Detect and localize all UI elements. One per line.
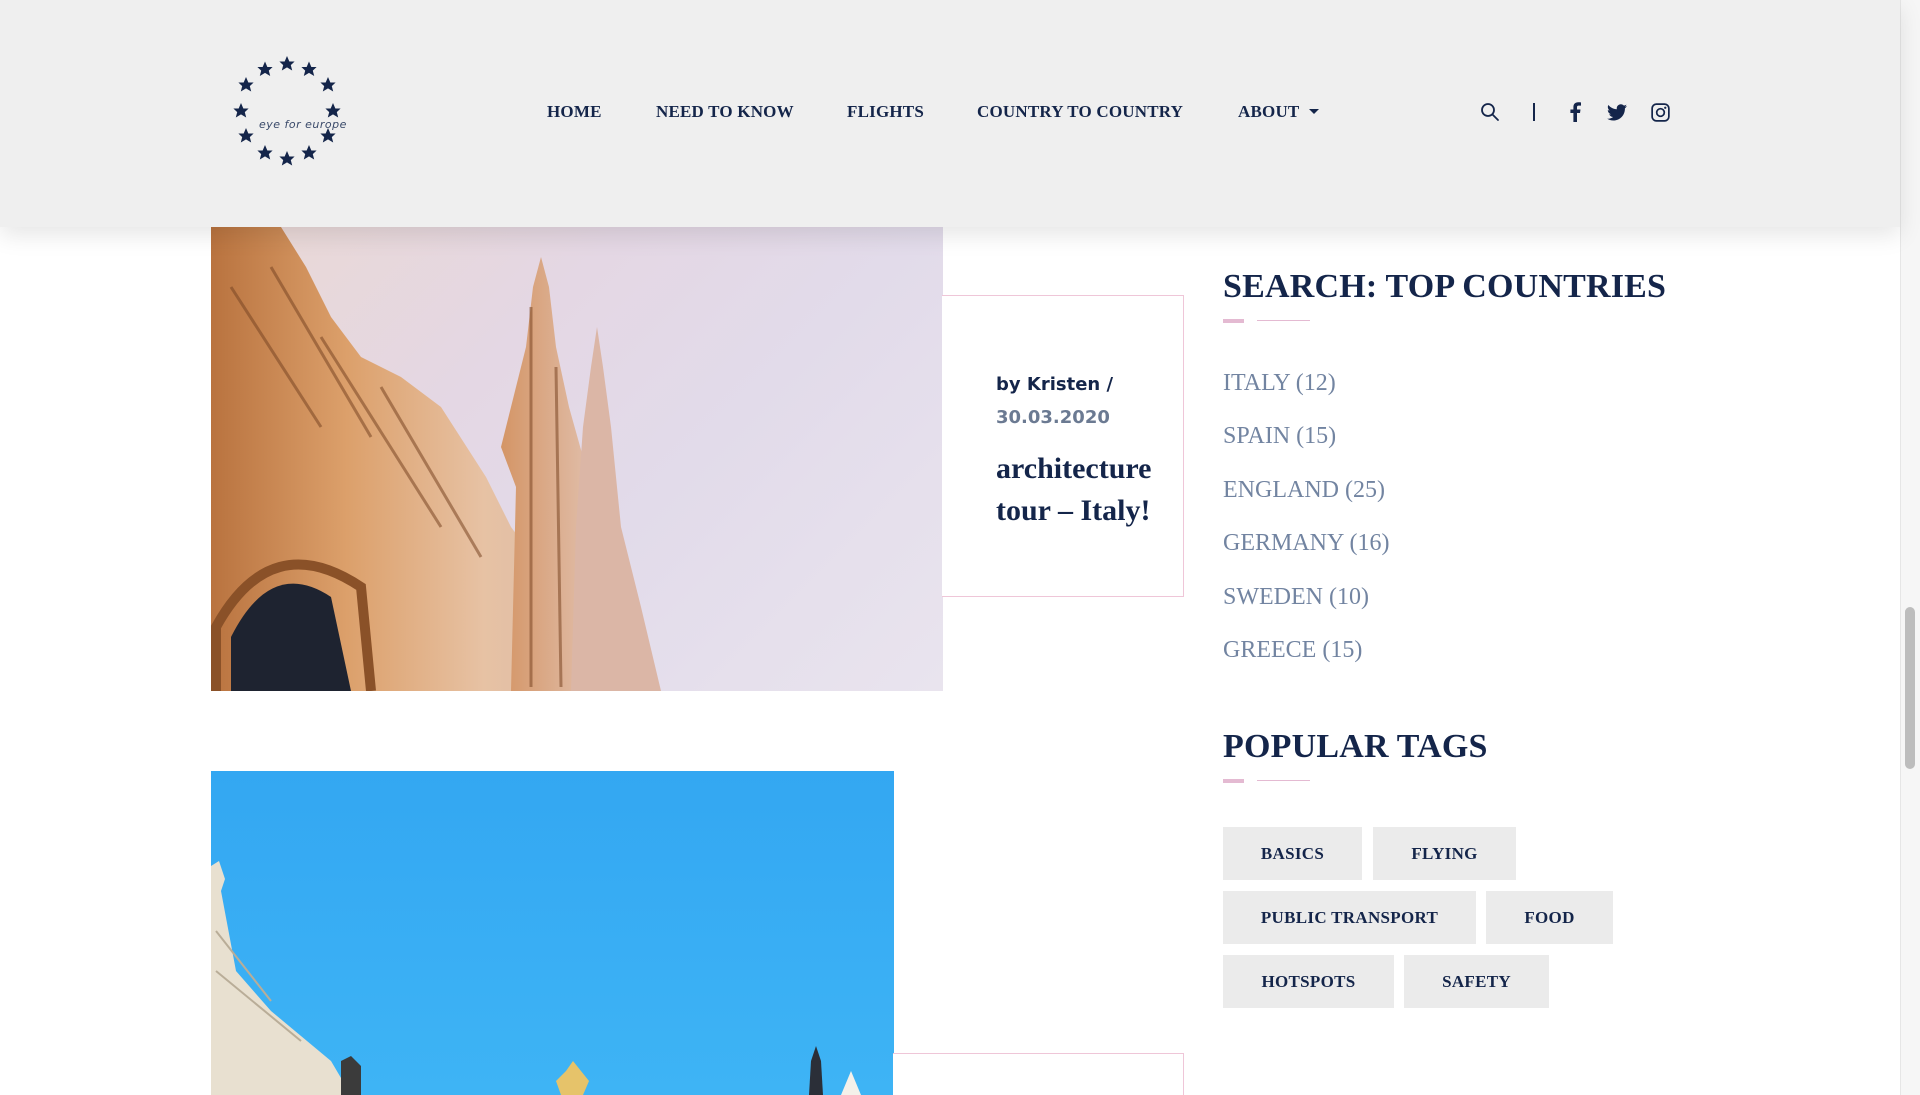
country-link-germany[interactable]: GERMANY (16) bbox=[1223, 530, 1389, 557]
country-link-greece[interactable]: GREECE (15) bbox=[1223, 637, 1362, 664]
post-card: by Kristen / 30.03.2020 architecture tou… bbox=[942, 295, 1184, 597]
nav-country-to-country[interactable]: COUNTRY TO COUNTRY bbox=[977, 102, 1183, 122]
eu-stars-logo-icon bbox=[233, 56, 341, 166]
tag-food[interactable]: FOOD bbox=[1486, 891, 1613, 944]
nav-about-label: ABOUT bbox=[1238, 102, 1300, 121]
post-image-building[interactable] bbox=[211, 771, 894, 1095]
tags-heading: POPULAR TAGS bbox=[1223, 728, 1488, 765]
scrollbar-track[interactable] bbox=[1900, 0, 1920, 1095]
country-link-spain[interactable]: SPAIN (15) bbox=[1223, 423, 1336, 450]
scrollbar-thumb[interactable] bbox=[1905, 607, 1915, 769]
country-link-sweden[interactable]: SWEDEN (10) bbox=[1223, 584, 1369, 611]
facebook-icon[interactable] bbox=[1563, 100, 1587, 124]
twitter-icon[interactable] bbox=[1605, 100, 1629, 124]
tag-public-transport[interactable]: PUBLIC TRANSPORT bbox=[1223, 891, 1476, 944]
header-divider bbox=[1533, 103, 1535, 121]
nav-home[interactable]: HOME bbox=[547, 102, 602, 122]
post-meta: by Kristen / 30.03.2020 bbox=[996, 368, 1166, 434]
site-logo[interactable]: eye for europe bbox=[231, 55, 349, 170]
instagram-icon[interactable] bbox=[1648, 100, 1672, 124]
chevron-down-icon bbox=[1309, 108, 1320, 114]
nav-flights[interactable]: FLIGHTS bbox=[847, 102, 924, 122]
nav-about[interactable]: ABOUT bbox=[1238, 102, 1320, 122]
tag-safety[interactable]: SAFETY bbox=[1404, 955, 1549, 1008]
post-card-2 bbox=[893, 1053, 1184, 1095]
post-image-cathedral[interactable] bbox=[211, 227, 943, 691]
tag-basics[interactable]: BASICS bbox=[1223, 827, 1362, 880]
post-author[interactable]: by Kristen / bbox=[996, 374, 1113, 395]
tag-hotspots[interactable]: HOTSPOTS bbox=[1223, 955, 1394, 1008]
logo-text: eye for europe bbox=[259, 118, 347, 131]
search-icon[interactable] bbox=[1478, 100, 1502, 124]
country-link-england[interactable]: ENGLAND (25) bbox=[1223, 477, 1385, 504]
tag-flying[interactable]: FLYING bbox=[1373, 827, 1516, 880]
country-link-italy[interactable]: ITALY (12) bbox=[1223, 370, 1336, 397]
post-title[interactable]: architecture tour – Italy! bbox=[996, 448, 1176, 532]
post-date: 30.03.2020 bbox=[996, 407, 1110, 428]
countries-heading: SEARCH: TOP COUNTRIES bbox=[1223, 268, 1667, 305]
site-header: eye for europe HOME NEED TO KNOW FLIGHTS… bbox=[0, 0, 1900, 227]
nav-need-to-know[interactable]: NEED TO KNOW bbox=[656, 102, 794, 122]
